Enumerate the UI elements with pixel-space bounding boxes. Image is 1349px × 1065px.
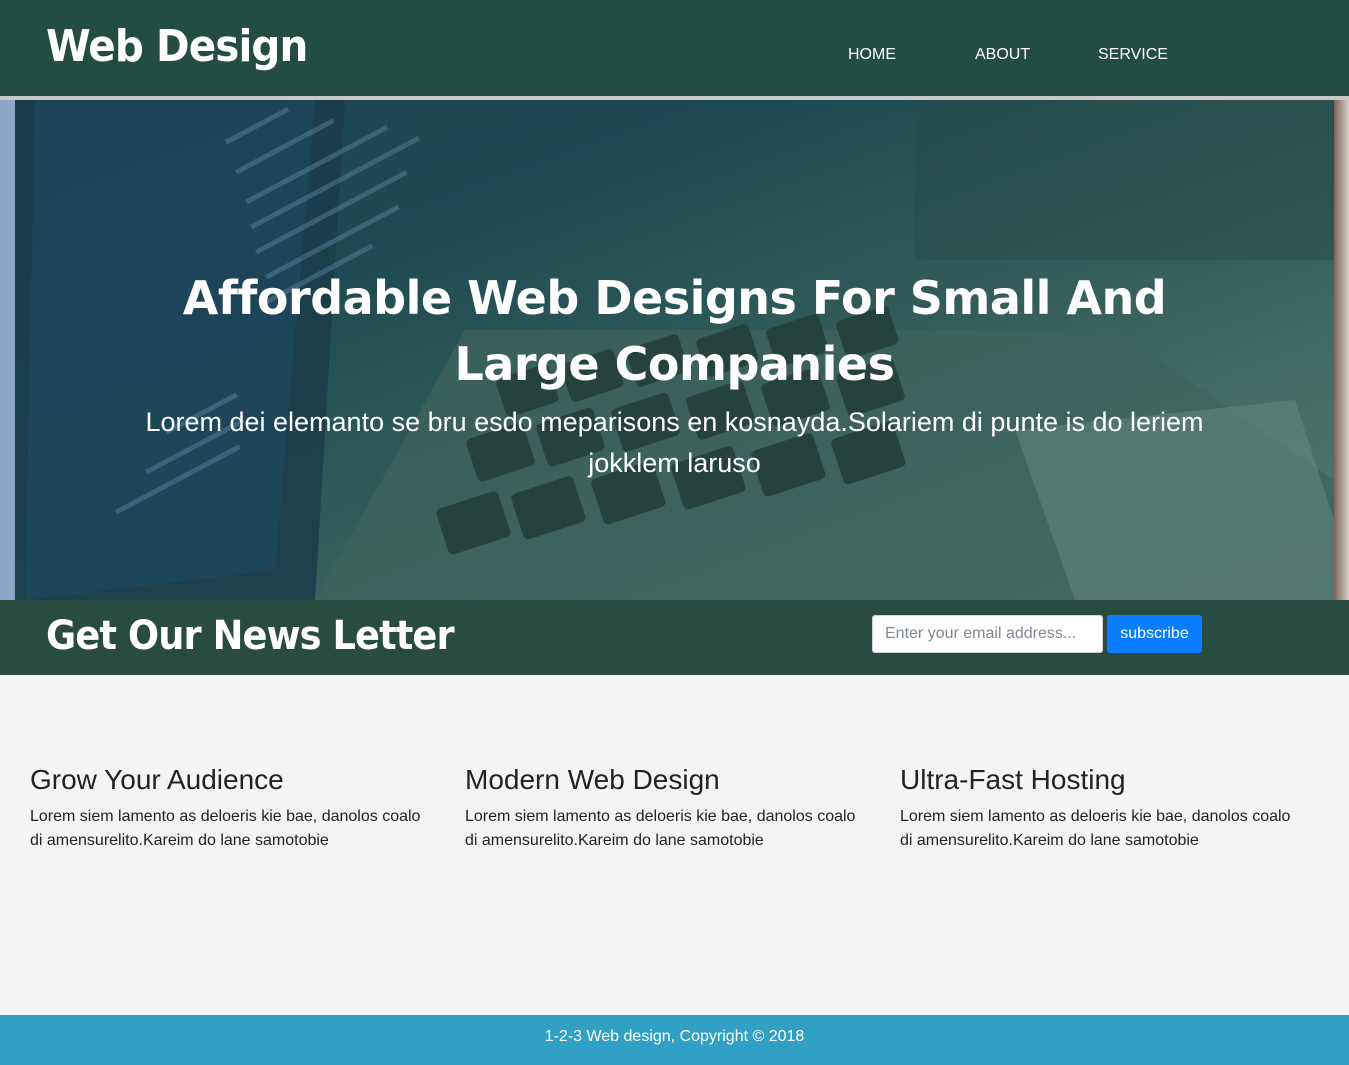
nav-link-about[interactable]: ABOUT <box>975 46 1030 64</box>
feature-title: Modern Web Design <box>465 764 720 795</box>
footer-copyright: 1-2-3 Web design, Copyright © 2018 <box>544 1028 805 1045</box>
feature-ultra-fast-hosting: Ultra-Fast Hosting Lorem siem lamento as… <box>900 762 1300 853</box>
nav-link-service[interactable]: SERVICE <box>1098 46 1168 64</box>
subscribe-button[interactable]: subscribe <box>1107 615 1202 653</box>
feature-title: Ultra-Fast Hosting <box>900 764 1126 795</box>
nav-link-home[interactable]: HOME <box>848 46 896 64</box>
main-nav: HOME ABOUT SERVICE <box>0 46 1349 66</box>
site-header: Web Design HOME ABOUT SERVICE <box>0 0 1349 96</box>
site-footer: 1-2-3 Web design, Copyright © 2018 <box>0 1015 1349 1065</box>
email-input[interactable] <box>872 615 1103 653</box>
hero-title: Affordable Web Designs For Small And Lar… <box>182 271 1167 391</box>
feature-text: Lorem siem lamento as deloeris kie bae, … <box>465 808 856 849</box>
newsletter-title: Get Our News Letter <box>46 613 455 659</box>
feature-text: Lorem siem lamento as deloeris kie bae, … <box>900 808 1291 849</box>
hero-section: Affordable Web Designs For Small And Lar… <box>0 100 1349 600</box>
feature-grow-audience: Grow Your Audience Lorem siem lamento as… <box>30 762 430 853</box>
feature-text: Lorem siem lamento as deloeris kie bae, … <box>30 808 421 849</box>
newsletter-bar: Get Our News Letter subscribe <box>0 600 1349 675</box>
hero-subtitle: Lorem dei elemanto se bru esdo meparison… <box>145 407 1204 478</box>
feature-title: Grow Your Audience <box>30 764 284 795</box>
feature-modern-web-design: Modern Web Design Lorem siem lamento as … <box>465 762 865 853</box>
